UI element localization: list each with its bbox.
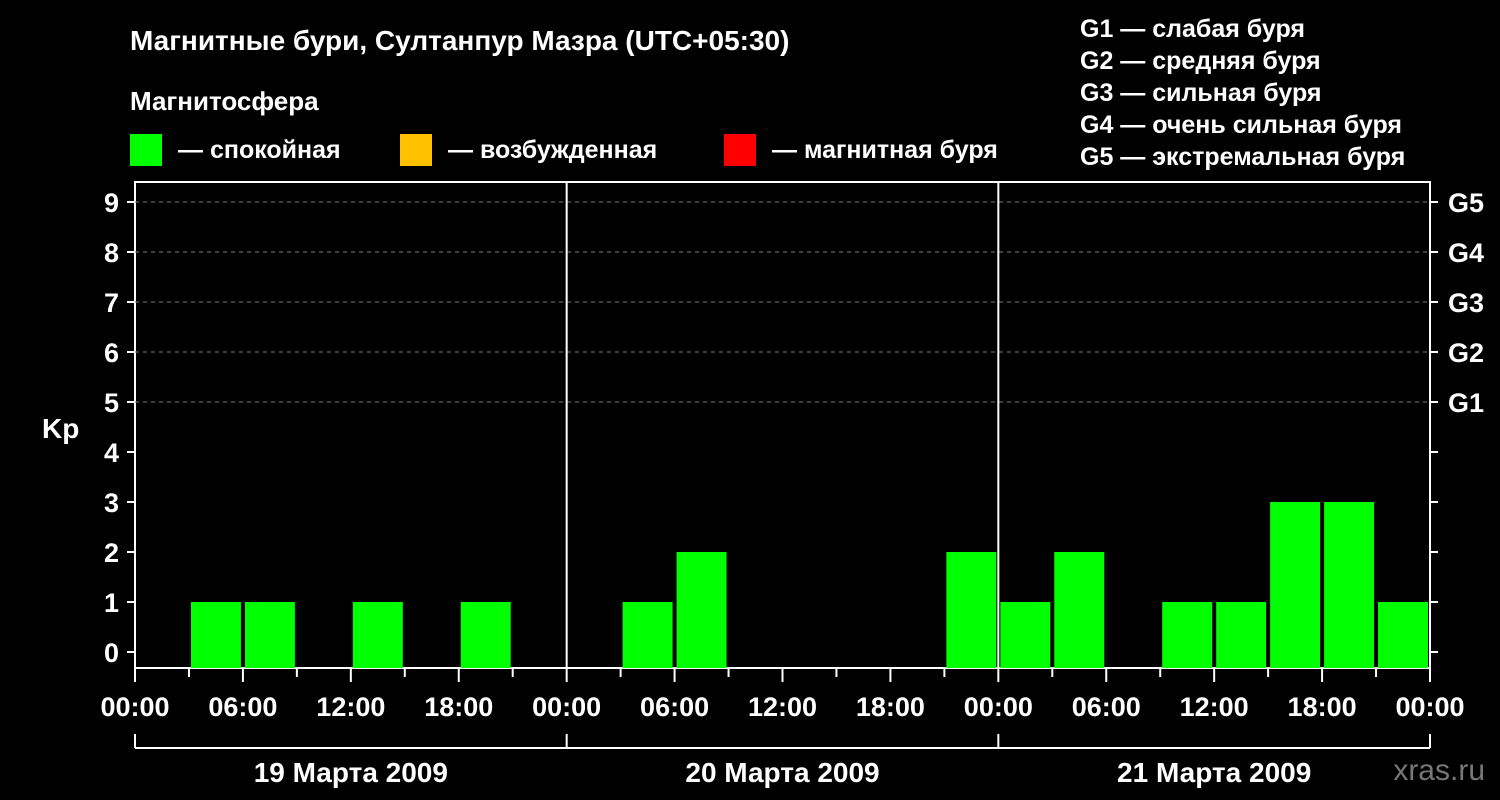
kp-bar bbox=[1270, 502, 1321, 668]
kp-bar bbox=[1378, 602, 1428, 668]
y-tick-label: 4 bbox=[104, 438, 119, 468]
y-tick-label: 0 bbox=[104, 638, 119, 668]
y-tick-label: 1 bbox=[104, 588, 119, 618]
kp-chart: Магнитные бури, Султанпур Мазра (UTC+05:… bbox=[42, 15, 1485, 788]
y-axis-label: Kp bbox=[42, 413, 79, 444]
x-tick-label: 18:00 bbox=[424, 692, 493, 722]
x-tick-label: 00:00 bbox=[964, 692, 1033, 722]
storm-scale-item: G3 — сильная буря bbox=[1080, 79, 1322, 107]
x-tick-label: 12:00 bbox=[748, 692, 817, 722]
kp-bar bbox=[1216, 602, 1267, 668]
y-tick-label: 3 bbox=[104, 488, 119, 518]
g-level-label: G5 bbox=[1448, 188, 1484, 218]
y-tick-label: 6 bbox=[104, 338, 119, 368]
y-tick-label: 8 bbox=[104, 238, 119, 268]
chart-title: Магнитные бури, Султанпур Мазра (UTC+05:… bbox=[130, 25, 789, 56]
g-level-label: G1 bbox=[1448, 388, 1484, 418]
day-label: 20 Марта 2009 bbox=[685, 757, 879, 788]
day-label: 21 Марта 2009 bbox=[1117, 757, 1311, 788]
day-label: 19 Марта 2009 bbox=[254, 757, 448, 788]
legend-label: — спокойная bbox=[178, 136, 341, 164]
legend-swatch bbox=[400, 134, 432, 166]
legend-swatch bbox=[130, 134, 162, 166]
kp-bar bbox=[460, 602, 511, 668]
storm-scale-item: G4 — очень сильная буря bbox=[1080, 111, 1402, 139]
kp-bar bbox=[1324, 502, 1375, 668]
plot-area: 0 1 2 3 4 5 6 7 8 9 G1 G2 G3 G4 G5 00:00 06:00 12:00 18:00… bbox=[100, 181, 1484, 788]
y-tick-label: 7 bbox=[104, 288, 119, 318]
x-tick-label: 18:00 bbox=[1288, 692, 1357, 722]
x-tick-label: 00:00 bbox=[100, 692, 169, 722]
x-tick-label: 12:00 bbox=[1180, 692, 1249, 722]
x-tick-label: 06:00 bbox=[208, 692, 277, 722]
g-level-label: G4 bbox=[1448, 238, 1484, 268]
plot-frame bbox=[134, 181, 1431, 669]
watermark: xras.ru bbox=[1393, 754, 1485, 787]
kp-bar bbox=[244, 602, 295, 668]
legend-title: Магнитосфера bbox=[130, 86, 319, 116]
y-tick-label: 2 bbox=[104, 538, 119, 568]
x-tick-label: 06:00 bbox=[640, 692, 709, 722]
kp-bar bbox=[1054, 552, 1105, 668]
kp-bar bbox=[1162, 602, 1213, 668]
y-tick-label: 5 bbox=[104, 388, 119, 418]
kp-bar bbox=[1000, 602, 1051, 668]
kp-bar bbox=[622, 602, 673, 668]
g-level-label: G2 bbox=[1448, 338, 1484, 368]
x-tick-label: 18:00 bbox=[856, 692, 925, 722]
x-tick-label: 06:00 bbox=[1072, 692, 1141, 722]
g-level-label: G3 bbox=[1448, 288, 1484, 318]
storm-scale-item: G1 — слабая буря bbox=[1080, 15, 1305, 43]
storm-scale-item: G2 — средняя буря bbox=[1080, 47, 1321, 75]
x-tick-label: 00:00 bbox=[1395, 692, 1464, 722]
legend: — спокойная — возбужденная — магнитная бур… bbox=[130, 134, 998, 166]
kp-bar bbox=[190, 602, 241, 668]
y-tick-label: 9 bbox=[104, 188, 119, 218]
x-tick-label: 12:00 bbox=[316, 692, 385, 722]
storm-scale-item: G5 — экстремальная буря bbox=[1080, 143, 1405, 171]
legend-swatch bbox=[724, 134, 756, 166]
kp-bar bbox=[352, 602, 403, 668]
storm-scale-legend: G1 — слабая буря G2 — средняя буря G3 — си… bbox=[1080, 15, 1405, 171]
x-tick-label: 00:00 bbox=[532, 692, 601, 722]
kp-bar bbox=[676, 552, 727, 668]
kp-bar bbox=[946, 552, 997, 668]
legend-label: — магнитная буря bbox=[772, 136, 998, 164]
legend-label: — возбужденная bbox=[448, 136, 657, 164]
